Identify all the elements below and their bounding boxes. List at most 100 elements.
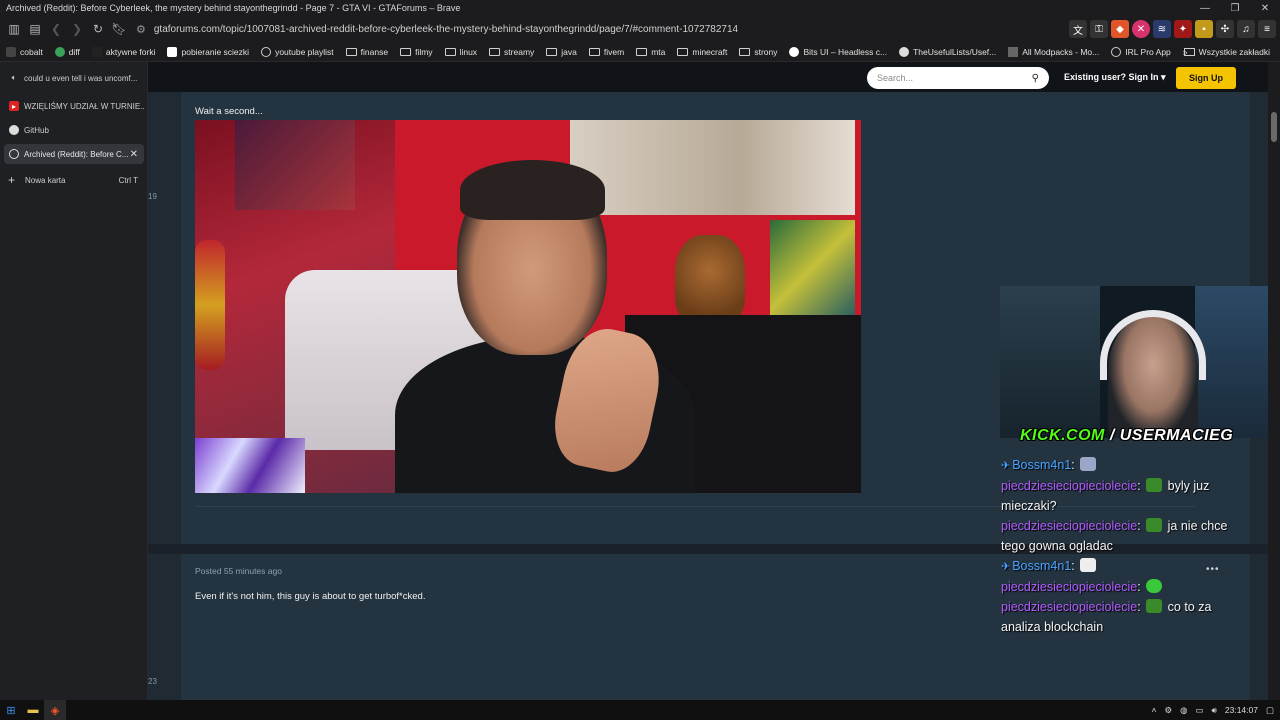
bookmark-item[interactable]: aktywne forki — [91, 46, 155, 57]
tray-chevron-icon[interactable]: ˄ — [1151, 705, 1156, 715]
key-icon[interactable]: ⚿ — [1090, 20, 1108, 38]
sidebar-toggle-icon[interactable]: ▥ — [4, 19, 24, 39]
github-icon — [9, 125, 19, 135]
ban-emote-icon — [1080, 558, 1097, 572]
post-number: 23 — [148, 677, 157, 686]
bits-ui-icon — [789, 46, 800, 57]
chat-message: ✈ Bossm4n1: — [1001, 455, 1251, 476]
windows-start-icon[interactable]: ⊞ — [0, 700, 22, 720]
cobalt-icon — [6, 46, 16, 57]
bookmark-folder[interactable]: finanse — [345, 47, 388, 57]
extensions-puzzle-icon[interactable]: ✣ — [1216, 20, 1234, 38]
bookmark-folder[interactable]: linux — [444, 47, 477, 57]
close-window-button[interactable]: ✕ — [1250, 0, 1280, 16]
new-tab-button[interactable]: + Nowa karta Ctrl T — [8, 173, 138, 187]
moderator-badge-icon: ✈ — [1001, 561, 1011, 573]
extension-x-icon[interactable]: ✕ — [1132, 20, 1150, 38]
search-icon[interactable]: ⚲ — [1032, 73, 1039, 84]
tab-item-active[interactable]: Archived (Reddit): Before C... ✕ — [4, 144, 144, 164]
translate-icon[interactable]: 文 — [1069, 20, 1087, 38]
extension-yellow-icon[interactable]: ▪ — [1195, 20, 1213, 38]
vertical-tabs-sidebar: 🔈︎ could u even tell i was uncomf... ▸ W… — [0, 62, 148, 700]
bookmark-folder[interactable]: mta — [636, 47, 665, 57]
audio-icon: 🔈︎ — [11, 73, 17, 82]
bookmarks-bar: cobalt diff aktywne forki pobieranie sci… — [0, 42, 1280, 62]
bookmark-item[interactable]: TheUsefulLists/Usef... — [899, 46, 996, 57]
close-tab-icon[interactable]: ✕ — [130, 149, 138, 160]
folder-icon — [345, 47, 357, 56]
forks-icon — [91, 46, 102, 57]
bookmark-item[interactable]: Bits UI – Headless c... — [789, 46, 887, 57]
chat-message: piecdziesieciopieciolecie: — [1001, 577, 1251, 597]
chat-overlay: ✈ Bossm4n1: piecdziesieciopieciolecie: by… — [1001, 455, 1251, 637]
notifications-icon[interactable]: ▢ — [1266, 705, 1274, 716]
steam-icon[interactable]: ⚙ — [1164, 705, 1172, 716]
post-image[interactable] — [195, 120, 861, 493]
frog-emote-icon — [1146, 599, 1163, 613]
back-icon[interactable]: ❮ — [46, 19, 66, 39]
extensions-row: 文 ⚿ ◆ ✕ ≋ ✦ ▪ ✣ ♫ ≡ — [1066, 20, 1276, 38]
bookmark-folder[interactable]: strony — [739, 47, 777, 57]
bookmark-folder[interactable]: fivem — [588, 47, 624, 57]
tab-item[interactable]: 🔈︎ could u even tell i was uncomf... — [4, 68, 144, 88]
bookmark-icon[interactable]: 🔖︎ — [109, 19, 129, 39]
bookmark-item[interactable]: pobieranie sciezki — [167, 46, 249, 57]
network-icon[interactable]: ▭ — [1195, 705, 1203, 716]
stream-label: KICK.COM / USERMACIEG — [1020, 427, 1234, 444]
all-bookmarks[interactable]: Wszystkie zakładki — [1183, 47, 1270, 57]
extension-wave-icon[interactable]: ≋ — [1153, 20, 1171, 38]
folder-icon — [546, 47, 558, 56]
frog-emote-icon — [1146, 478, 1163, 492]
diff-icon — [54, 46, 65, 57]
plus-icon: + — [8, 173, 16, 187]
folder-icon — [677, 47, 689, 56]
minimize-button[interactable]: — — [1190, 0, 1220, 16]
bookmark-folder[interactable]: streamy — [489, 47, 534, 57]
tab-item[interactable]: GitHub — [4, 120, 144, 140]
address-bar[interactable]: ⚙ gtaforums.com/topic/1007081-archived-r… — [136, 19, 1066, 39]
windows-taskbar: ⊞ ▬ ◈ ˄ ⚙ ◍ ▭ 🔊︎ 23:14:07 ▢ — [0, 700, 1280, 720]
bookmark-item[interactable]: diff — [54, 46, 80, 57]
file-explorer-icon[interactable]: ▬ — [22, 700, 44, 720]
scrollbar-thumb[interactable] — [1271, 112, 1277, 142]
url-text: gtaforums.com/topic/1007081-archived-red… — [153, 23, 739, 35]
moderator-badge-icon: ✈ — [1001, 460, 1011, 472]
volume-icon[interactable]: 🔊︎ — [1212, 705, 1217, 716]
discord-icon[interactable]: ◍ — [1180, 705, 1187, 716]
download-icon — [167, 46, 178, 57]
clock[interactable]: 23:14:07 — [1225, 705, 1258, 715]
forward-icon[interactable]: ❯ — [67, 19, 87, 39]
sign-up-button[interactable]: Sign Up — [1176, 67, 1236, 89]
page-scrollbar[interactable] — [1268, 62, 1280, 700]
tab-item[interactable]: ▸ WZIĘLIŚMY UDZIAŁ W TURNIE... — [4, 96, 144, 116]
brave-taskbar-icon[interactable]: ◈ — [44, 700, 66, 720]
post-number: 19 — [148, 192, 157, 201]
reload-icon[interactable]: ↻ — [88, 19, 108, 39]
media-icon[interactable]: ♫ — [1237, 20, 1255, 38]
bookmark-item[interactable]: cobalt — [6, 46, 43, 57]
bookmark-folder[interactable]: java — [546, 47, 577, 57]
browser-toolbar: ▥ ▤ ❮ ❯ ↻ 🔖︎ ⚙ gtaforums.com/topic/10070… — [0, 16, 1280, 42]
post-text: Wait a second... — [195, 106, 263, 117]
folder-icon — [489, 47, 501, 56]
site-info-icon[interactable]: ⚙ — [136, 23, 146, 36]
github-icon — [899, 46, 910, 57]
folder-icon — [739, 47, 751, 56]
folder-icon — [444, 47, 456, 56]
brave-shields-icon[interactable]: ◆ — [1111, 20, 1129, 38]
bookmark-item[interactable]: youtube playlist — [261, 46, 334, 57]
menu-icon[interactable]: ≡ — [1258, 20, 1276, 38]
chat-message: piecdziesieciopieciolecie: byly juz miec… — [1001, 478, 1210, 513]
bookmark-item[interactable]: IRL Pro App — [1111, 46, 1171, 57]
bookmark-folder[interactable]: filmy — [400, 47, 433, 57]
window-title: Archived (Reddit): Before Cyberleek, the… — [6, 3, 461, 13]
post-timestamp[interactable]: Posted 55 minutes ago — [195, 566, 282, 576]
tab-manager-icon[interactable]: ▤ — [25, 19, 45, 39]
bookmark-item[interactable]: All Modpacks - Mo... — [1008, 46, 1099, 57]
extension-red-icon[interactable]: ✦ — [1174, 20, 1192, 38]
chat-message: piecdziesieciopieciolecie: ja nie chce t… — [1001, 518, 1228, 553]
bookmark-folder[interactable]: minecraft — [677, 47, 727, 57]
sign-in-link[interactable]: Existing user? Sign In ▾ — [1064, 72, 1166, 83]
maximize-button[interactable]: ❐ — [1220, 0, 1250, 16]
search-input[interactable]: Search... ⚲ — [867, 67, 1049, 89]
